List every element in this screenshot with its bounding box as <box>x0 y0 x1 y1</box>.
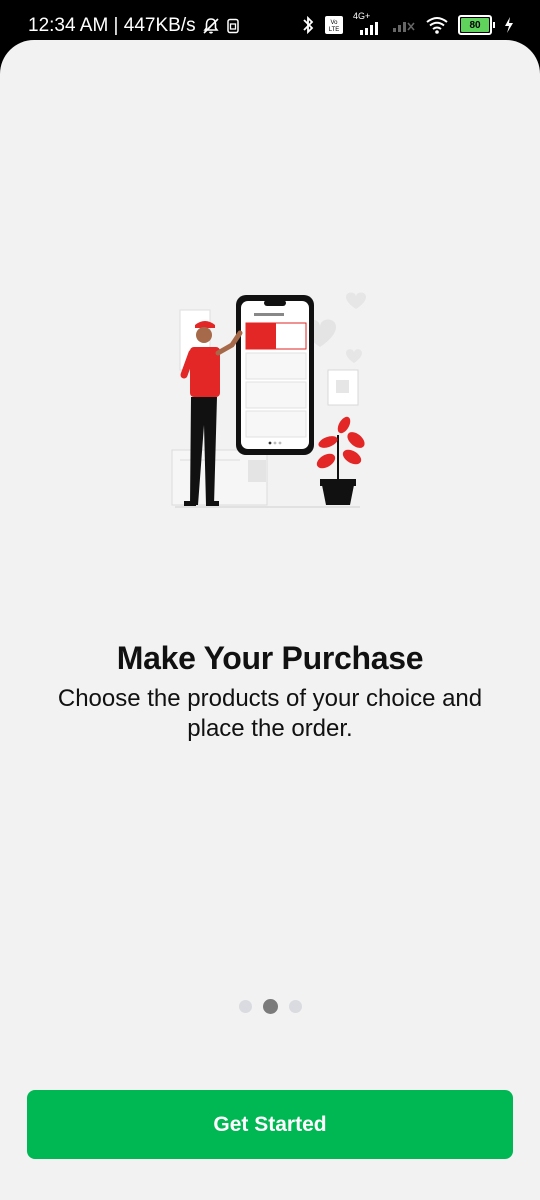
signal-group: 4G+ <box>353 11 383 36</box>
status-time-speed: 12:34 AM | 447KB/s <box>28 15 196 36</box>
page-dot-1[interactable] <box>238 1000 252 1013</box>
status-left: 12:34 AM | 447KB/s <box>28 15 240 37</box>
onboarding-subtitle: Choose the products of your choice and p… <box>57 685 483 742</box>
bell-off-icon <box>203 18 219 34</box>
status-right: Vo LTE 4G+ 80 <box>301 11 514 36</box>
page-indicator <box>0 999 540 1014</box>
volte-icon: Vo LTE <box>325 16 343 34</box>
battery-icon: 80 <box>458 15 495 35</box>
get-started-label: Get Started <box>213 1112 327 1136</box>
page-dot-3[interactable] <box>288 1000 302 1013</box>
battery-level: 80 <box>461 18 489 32</box>
signal-no-service-icon <box>393 22 415 32</box>
sim-icon <box>226 18 239 34</box>
onboarding-screen: Make Your Purchase Choose the products o… <box>0 40 540 1200</box>
bluetooth-icon <box>303 15 314 35</box>
page-dot-2-active[interactable] <box>262 999 278 1014</box>
svg-text:LTE: LTE <box>329 27 340 33</box>
wifi-icon <box>426 17 448 34</box>
onboarding-illustration <box>171 292 366 508</box>
charging-bolt-icon <box>505 17 513 33</box>
get-started-button[interactable]: Get Started <box>27 1090 513 1159</box>
onboarding-title: Make Your Purchase <box>116 640 424 676</box>
signal-strength-icon <box>360 22 378 35</box>
svg-text:Vo: Vo <box>330 20 338 26</box>
